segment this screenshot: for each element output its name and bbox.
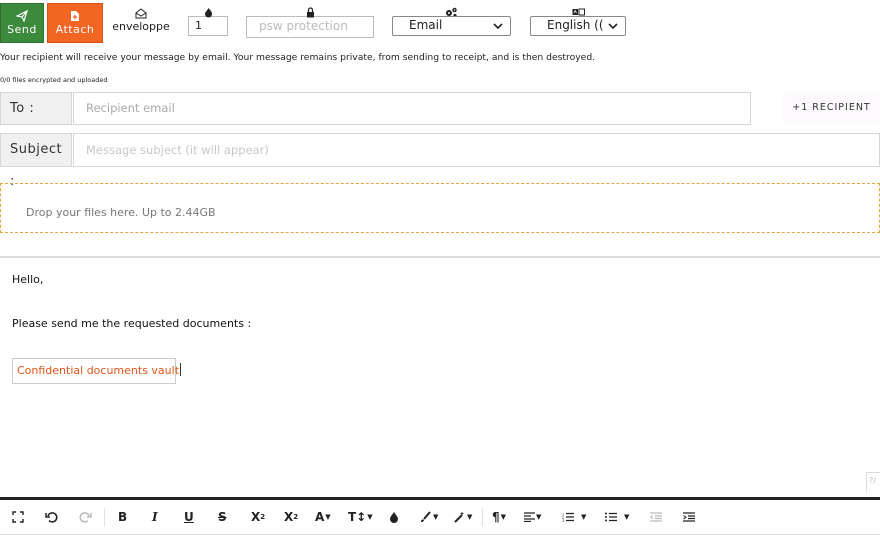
editor-toolbar: B I U S X2 X2 A ▼ T↕ ▼ ▼ ▼ ¶ ▼ ▼ 1 2 3 ▼ ▼ — [0, 500, 880, 535]
align-icon[interactable]: ▼ — [524, 510, 541, 524]
language-value: English (( — [547, 18, 604, 32]
font-icon[interactable]: A ▼ — [315, 510, 331, 524]
envelope-icon — [108, 8, 174, 20]
underline-icon[interactable]: U — [184, 510, 194, 524]
subject-input[interactable]: Message subject (it will appear) — [73, 133, 880, 167]
send-button[interactable]: Send — [0, 3, 44, 43]
to-label: To : — [0, 92, 72, 125]
undo-icon[interactable] — [45, 510, 58, 524]
bold-icon[interactable]: B — [118, 510, 127, 524]
send-label: Send — [7, 23, 37, 36]
message-greeting[interactable]: Hello, — [12, 273, 43, 286]
password-group: psw protection — [246, 3, 374, 38]
subscript-icon[interactable]: X2 — [251, 510, 265, 524]
file-icon — [48, 10, 102, 22]
chevron-down-icon — [492, 20, 504, 32]
gears-icon — [392, 3, 511, 18]
vault-link[interactable]: Confidential documents vault — [12, 358, 182, 384]
envelope-button[interactable]: enveloppe — [108, 8, 174, 33]
unordered-list-icon[interactable]: ▼ — [605, 510, 629, 524]
message-line[interactable]: Please send me the requested documents : — [12, 317, 251, 330]
file-dropzone[interactable]: Drop your files here. Up to 2.44GB — [0, 183, 880, 233]
fire-icon — [188, 3, 228, 18]
strikethrough-icon[interactable]: S — [218, 510, 227, 524]
italic-icon[interactable]: I — [152, 510, 158, 524]
envelope-label: enveloppe — [112, 20, 170, 33]
recipient-email-input[interactable]: Recipient email — [73, 92, 751, 125]
subject-label: Subject : — [0, 133, 72, 189]
vault-link-text: Confidential documents vault — [17, 364, 180, 377]
magic-icon[interactable]: ▼ — [453, 510, 472, 524]
count-input[interactable]: 1 — [188, 16, 228, 36]
password-input[interactable]: psw protection — [246, 16, 374, 38]
delivery-method-select[interactable]: Email — [392, 16, 511, 36]
attach-label: Attach — [55, 23, 95, 36]
text-caret — [180, 363, 182, 376]
ordered-list-icon[interactable]: 1 2 3 ▼ — [562, 510, 586, 524]
language-group: English (( — [530, 3, 626, 36]
count-group: 1 — [188, 3, 228, 36]
outdent-icon[interactable] — [650, 510, 662, 524]
paper-plane-icon — [1, 9, 43, 23]
superscript-icon[interactable]: X2 — [284, 510, 298, 524]
language-icon — [530, 3, 626, 16]
attach-button[interactable]: Attach — [47, 3, 103, 43]
delivery-method-group: Email — [392, 3, 511, 36]
redo-icon[interactable] — [79, 510, 92, 524]
ink-icon[interactable] — [389, 510, 399, 524]
upload-status: 0/0 files encrypted and uploaded — [0, 76, 108, 84]
svg-text:3: 3 — [562, 519, 564, 522]
indent-icon[interactable] — [683, 510, 695, 524]
language-select[interactable]: English (( — [530, 16, 626, 36]
lock-icon — [246, 3, 374, 18]
delivery-method-value: Email — [409, 18, 443, 32]
font-size-icon[interactable]: T↕ ▼ — [348, 510, 373, 524]
info-text: Your recipient will receive your message… — [0, 52, 596, 63]
resize-handle[interactable]: ?/ — [866, 472, 880, 492]
chevron-down-icon — [607, 20, 619, 32]
fullscreen-icon[interactable] — [12, 510, 24, 524]
brush-icon[interactable]: ▼ — [419, 510, 438, 524]
add-recipient-button[interactable]: +1 RECIPIENT — [783, 93, 880, 123]
divider — [0, 256, 880, 258]
paragraph-icon[interactable]: ¶ ▼ — [492, 510, 506, 524]
